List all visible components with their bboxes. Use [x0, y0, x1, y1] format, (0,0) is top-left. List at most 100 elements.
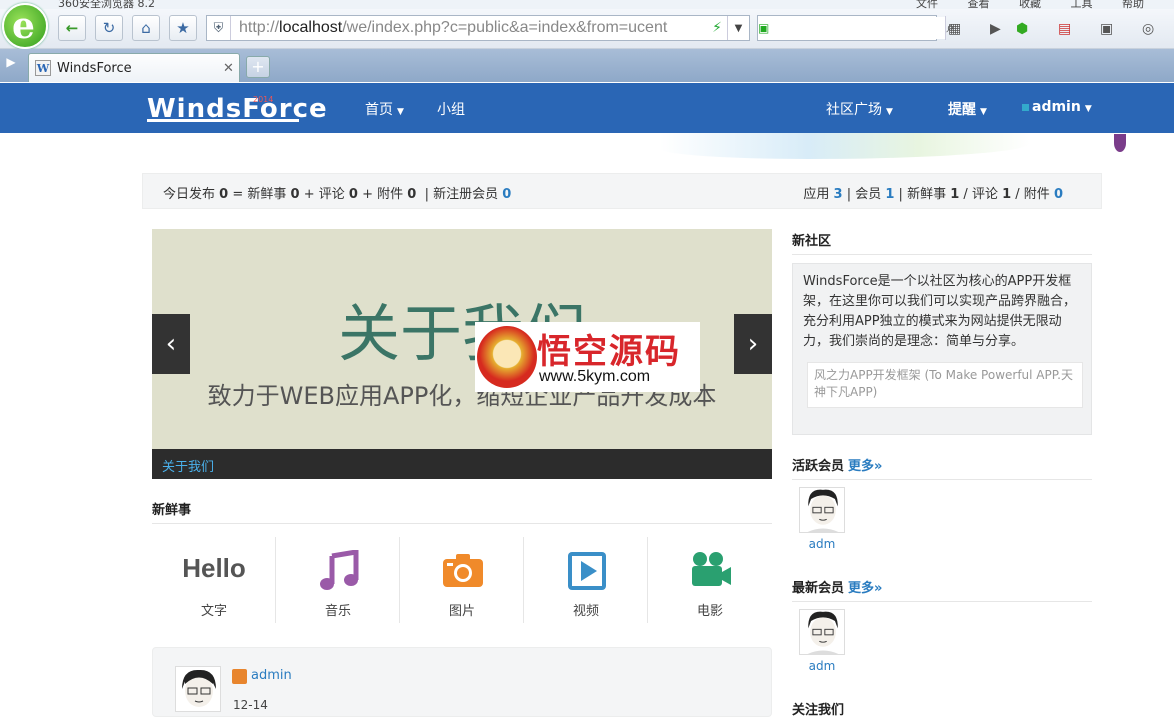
browser-logo-icon[interactable]: e: [2, 3, 48, 49]
browser-title-bar: 360安全浏览器 8.2 文件 查看 收藏 工具 帮助: [0, 0, 1174, 9]
search-input[interactable]: [769, 17, 946, 39]
speed-mode-icon[interactable]: ⚡: [707, 20, 727, 36]
post-author-link[interactable]: admin: [231, 668, 292, 683]
address-dropdown-icon[interactable]: ▼: [727, 16, 749, 40]
sidebar-toggle-icon[interactable]: ▶: [0, 55, 22, 75]
back-button[interactable]: ←: [58, 15, 86, 41]
today-attach: 0: [407, 187, 417, 202]
total-comment: 1: [1002, 187, 1012, 202]
stats-bar: 今日发布 0 = 新鲜事 0 + 评论 0 + 附件 0 | 新注册会员 0 应…: [142, 173, 1102, 209]
close-tab-icon[interactable]: ✕: [223, 61, 239, 76]
new-tab-button[interactable]: +: [246, 56, 270, 78]
brand-underline: [147, 119, 299, 122]
favorite-button[interactable]: ★: [169, 15, 197, 41]
fresh-type-video[interactable]: 视频: [524, 537, 648, 623]
post-date: 12-14: [233, 698, 268, 712]
fresh-type-movie[interactable]: 电影: [648, 537, 772, 623]
fresh-type-music[interactable]: 音乐: [276, 537, 400, 623]
hello-text-icon: Hello: [182, 553, 246, 583]
security-shield-icon[interactable]: ⛨: [207, 16, 231, 40]
menu-tools[interactable]: 工具: [1071, 0, 1093, 9]
video-play-icon: [568, 552, 606, 590]
member-name[interactable]: adm: [799, 537, 845, 551]
media-play-icon[interactable]: ▶: [990, 21, 1001, 37]
fresh-type-label: 图片: [448, 604, 475, 619]
menu-view[interactable]: 查看: [968, 0, 990, 9]
user-avatar-icon: [176, 667, 220, 711]
address-url[interactable]: http://localhost/we/index.php?c=public&a…: [231, 19, 707, 37]
online-status-icon: [1022, 104, 1029, 111]
today-newmember[interactable]: 0: [502, 187, 511, 202]
fresh-heading: 新鲜事: [152, 499, 772, 524]
user-avatar-icon: [801, 488, 844, 532]
nav-group[interactable]: 小组: [437, 99, 465, 119]
member-name[interactable]: adm: [799, 659, 845, 673]
nav-community-square[interactable]: 社区广场 ▼: [826, 99, 893, 119]
header-ornament: [1114, 134, 1126, 152]
nav-reminder[interactable]: 提醒 ▼: [948, 99, 987, 119]
slider-prev-button[interactable]: ‹: [152, 314, 190, 374]
active-member[interactable]: adm: [799, 487, 845, 551]
tab-title: WindsForce: [57, 60, 132, 76]
tab-favicon-icon: W: [35, 60, 51, 76]
new-members-more-link[interactable]: 更多»: [848, 581, 882, 596]
fresh-type-photo[interactable]: 图片: [400, 537, 524, 623]
total-attach[interactable]: 0: [1054, 187, 1063, 202]
apps-grid-icon[interactable]: ▦: [948, 21, 961, 37]
watermark-overlay: 悟空源码 www.5kym.com: [475, 322, 700, 392]
address-bar[interactable]: ⛨ http://localhost/we/index.php?c=public…: [206, 15, 750, 41]
avatar[interactable]: [175, 666, 221, 712]
star-icon: ★: [176, 19, 190, 37]
total-app[interactable]: 3: [834, 187, 843, 202]
new-member[interactable]: adm: [799, 609, 845, 673]
today-comment: 0: [348, 187, 358, 202]
total-attach-label: 附件: [1023, 187, 1050, 202]
fresh-type-label: 音乐: [324, 604, 351, 619]
menu-help[interactable]: 帮助: [1122, 0, 1144, 9]
community-intro: WindsForce是一个以社区为核心的APP开发框架，在这里你可以我们可以实现…: [792, 263, 1092, 435]
banner-caption[interactable]: 关于我们: [162, 456, 214, 475]
fresh-type-label: 电影: [696, 604, 723, 619]
game-controller-icon[interactable]: ◎: [1142, 21, 1154, 37]
nav-community-label: 社区广场: [826, 102, 882, 118]
tab-strip: ▶ W WindsForce ✕ +: [0, 49, 1174, 82]
menu-file[interactable]: 文件: [916, 0, 938, 9]
active-members-more-link[interactable]: 更多»: [848, 459, 882, 474]
movie-camera-icon: [692, 552, 731, 586]
avatar[interactable]: [799, 609, 845, 655]
chevron-down-icon: ▼: [980, 107, 987, 117]
fresh-type-text[interactable]: Hello 文字: [152, 537, 276, 623]
search-box[interactable]: ▣ ⌕: [757, 15, 954, 41]
search-engine-icon[interactable]: ▣: [758, 16, 769, 40]
slider-next-button[interactable]: ›: [734, 314, 772, 374]
total-member[interactable]: 1: [885, 187, 894, 202]
translate-icon[interactable]: ▤: [1058, 21, 1071, 37]
screenshot-icon[interactable]: ▣: [1100, 21, 1113, 37]
security-guard-icon[interactable]: ⬢: [1016, 21, 1028, 37]
refresh-button[interactable]: ↻: [95, 15, 123, 41]
home-icon: ⌂: [141, 19, 151, 37]
site-logo[interactable]: WindsForce 2014: [147, 95, 327, 123]
brand-year: 2014: [253, 95, 274, 104]
nav-reminder-label: 提醒: [948, 102, 976, 118]
avatar[interactable]: [799, 487, 845, 533]
tab-windsforce[interactable]: W WindsForce ✕: [28, 53, 240, 82]
nav-user-menu[interactable]: admin ▼: [1022, 99, 1092, 115]
fresh-heading-label: 新鲜事: [152, 503, 192, 518]
new-community-heading: 新社区: [792, 230, 1092, 255]
url-host: localhost: [279, 19, 343, 36]
today-eq: =: [232, 187, 244, 202]
chevron-down-icon: ▼: [886, 107, 893, 117]
today-label: 今日发布: [163, 187, 216, 202]
today-fresh-label: 新鲜事: [247, 187, 287, 202]
nav-home[interactable]: 首页 ▼: [365, 99, 404, 119]
menu-favorites[interactable]: 收藏: [1019, 0, 1041, 9]
fresh-type-label: 文字: [200, 604, 227, 619]
back-arrow-icon: ←: [65, 19, 79, 37]
today-total: 0: [219, 187, 229, 202]
today-fresh: 0: [290, 187, 300, 202]
post-author: admin: [251, 668, 292, 683]
browser-menu: 文件 查看 收藏 工具 帮助: [916, 0, 1144, 9]
home-button[interactable]: ⌂: [132, 15, 160, 41]
music-icon: [320, 550, 359, 590]
